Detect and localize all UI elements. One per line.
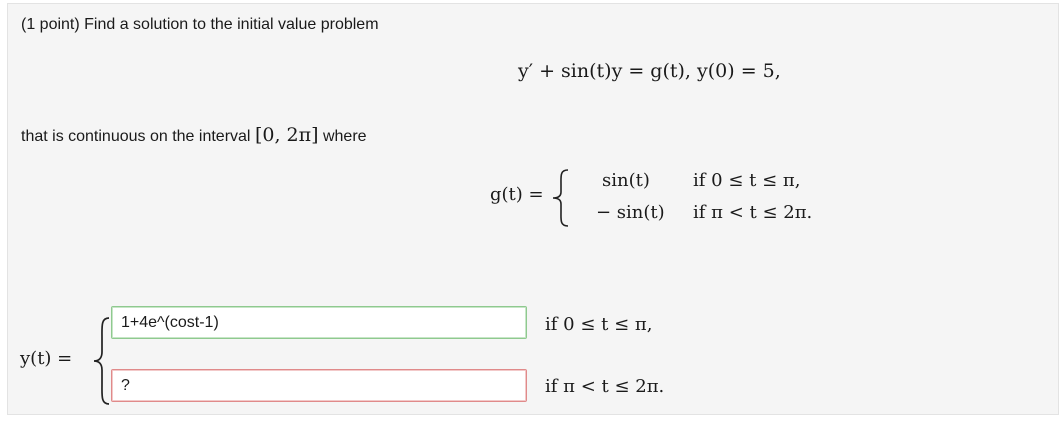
g-case2-value: − sin(t)	[596, 202, 665, 223]
problem-panel: (1 point) Find a solution to the initial…	[7, 3, 1059, 415]
answer-brace-icon	[93, 317, 110, 405]
continuity-text: that is continuous on the interval	[21, 128, 251, 145]
answer-field-case2[interactable]	[111, 369, 527, 402]
ivp-equation: y′ + sin(t)y = g(t), y(0) = 5,	[518, 60, 781, 82]
g-brace-icon	[552, 169, 569, 227]
continuity-statement: that is continuous on the interval [0, 2…	[21, 124, 367, 146]
g-definition: g(t) = sin(t) if 0 ≤ t ≤ π, − sin(t) if …	[490, 168, 830, 228]
g-lhs: g(t) =	[490, 184, 544, 205]
g-case1-condition: if 0 ≤ t ≤ π,	[693, 170, 801, 191]
y-lhs: y(t) =	[20, 348, 73, 369]
problem-prompt: (1 point) Find a solution to the initial…	[21, 16, 379, 33]
answer-field-case1[interactable]	[111, 306, 527, 339]
answer-case1-condition: if 0 ≤ t ≤ π,	[545, 314, 653, 335]
g-case2-condition: if π < t ≤ 2π.	[693, 202, 813, 223]
g-case1-value: sin(t)	[602, 170, 650, 191]
answer-case2-condition: if π < t ≤ 2π.	[545, 376, 665, 397]
interval: [0, 2π]	[254, 124, 319, 146]
where-text: where	[322, 128, 367, 145]
